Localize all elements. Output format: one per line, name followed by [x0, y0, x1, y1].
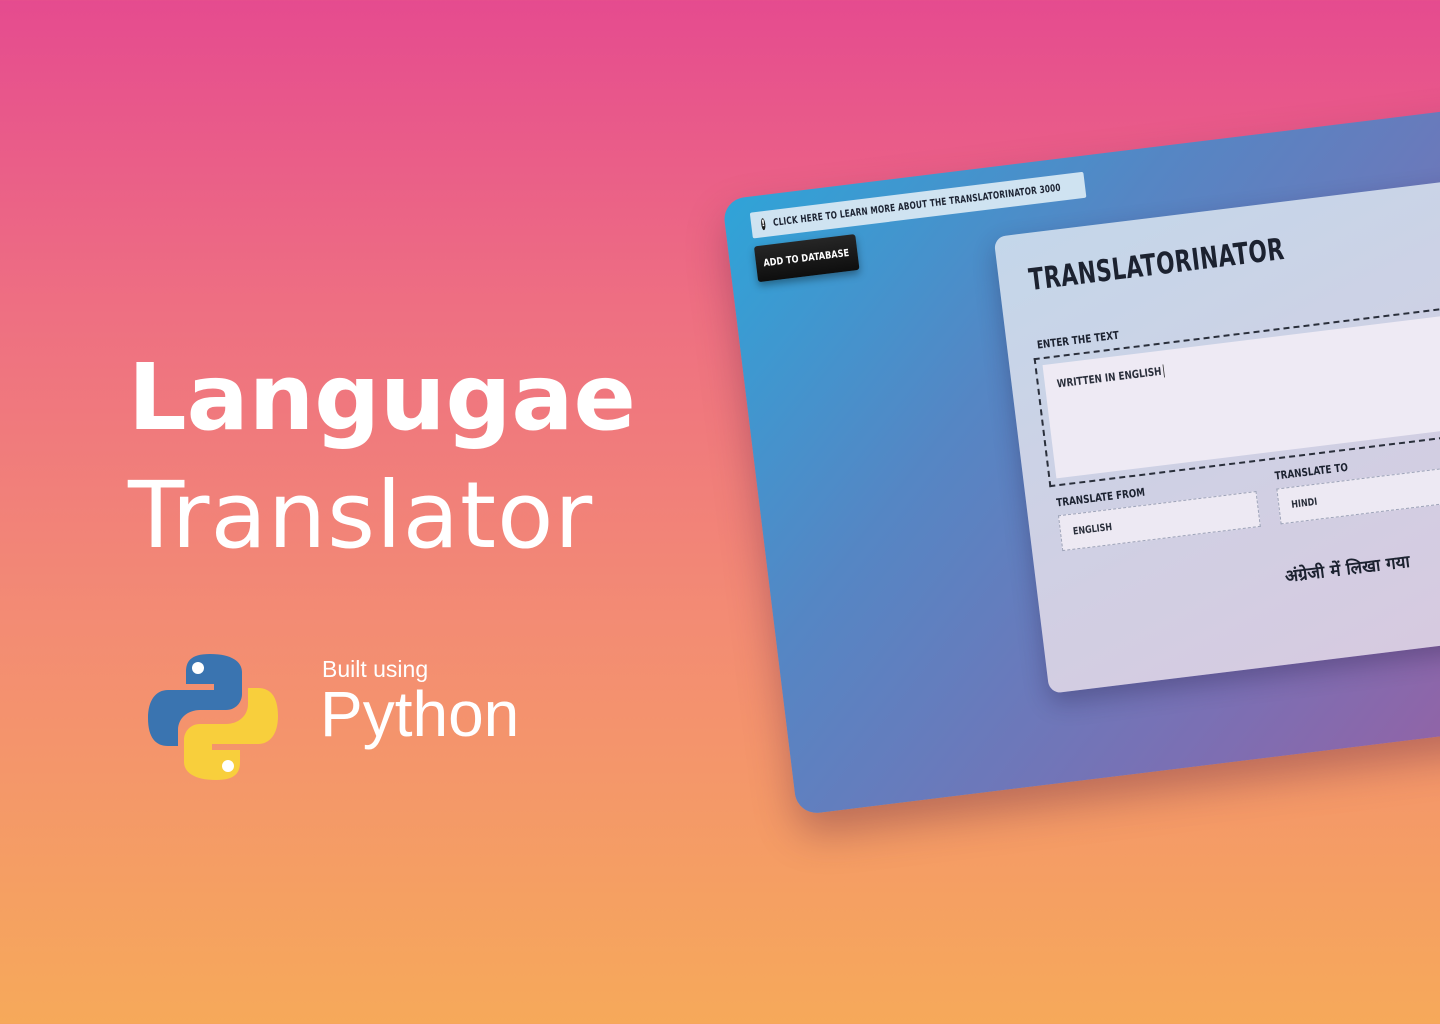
language-name: Python: [320, 678, 520, 750]
translate-to-value: HINDI: [1290, 496, 1318, 511]
add-to-database-label: ADD TO DATABASE: [763, 247, 851, 269]
add-to-database-button[interactable]: ADD TO DATABASE: [753, 234, 860, 283]
hero-title: Langugae: [128, 344, 636, 451]
translation-output: अंग्रेजी में लिखा गया: [1283, 551, 1412, 588]
python-logo-icon: [148, 654, 278, 780]
translate-to-label: TRANSLATE TO: [1273, 460, 1349, 483]
text-input-wrapper: WRITTEN IN ENGLISH: [1033, 282, 1440, 488]
text-input[interactable]: WRITTEN IN ENGLISH: [1042, 291, 1440, 479]
exclamation-circle-icon: !: [760, 217, 767, 231]
info-banner-text: CLICK HERE TO LEARN MORE ABOUT THE TRANS…: [772, 182, 1062, 229]
info-banner-link[interactable]: ! CLICK HERE TO LEARN MORE ABOUT THE TRA…: [749, 171, 1087, 239]
app-window-preview: ! CLICK HERE TO LEARN MORE ABOUT THE TRA…: [722, 90, 1440, 816]
app-title: TRANSLATORINATOR: [1026, 231, 1287, 299]
translate-from-value: ENGLISH: [1072, 521, 1113, 538]
hero-subtitle: Translator: [128, 462, 594, 569]
translator-card: TRANSLATORINATOR ENTER THE TEXT WRITTEN …: [993, 159, 1440, 694]
text-input-value: WRITTEN IN ENGLISH: [1056, 364, 1165, 391]
